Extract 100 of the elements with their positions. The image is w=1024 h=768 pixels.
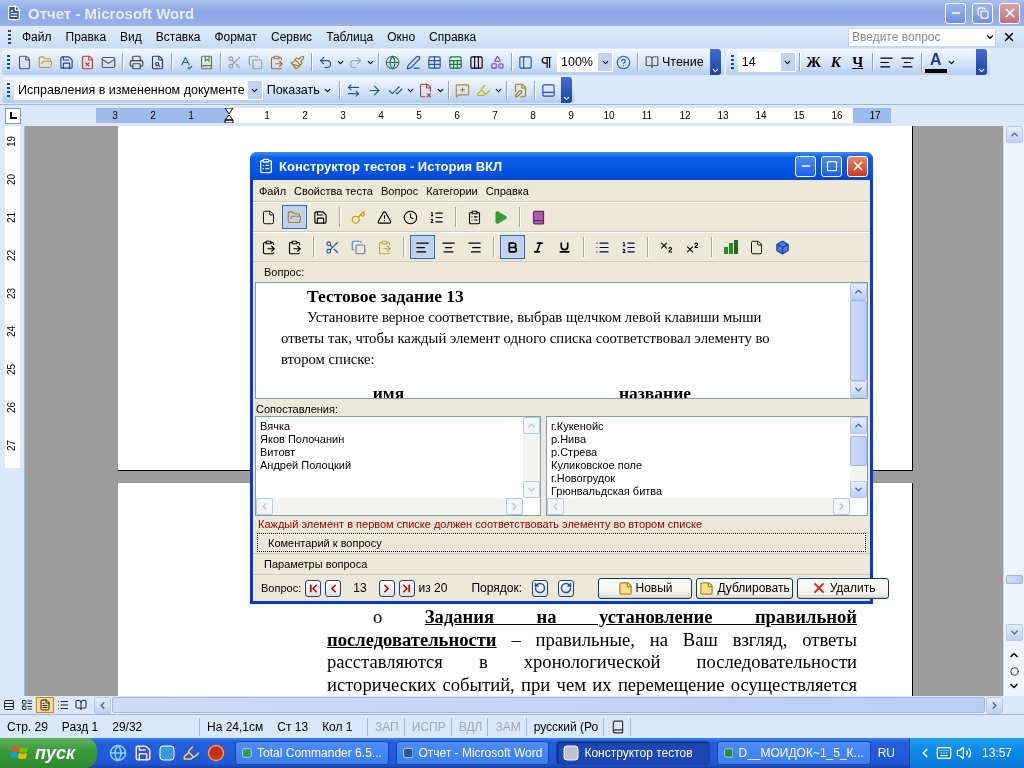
tab-selector[interactable] <box>5 107 21 124</box>
toolbar-options-icon[interactable] <box>976 66 986 75</box>
toolbar-options-icon[interactable] <box>561 94 571 103</box>
scroll-down-button[interactable] <box>850 481 867 498</box>
browse-object-icon[interactable] <box>1009 667 1019 676</box>
spreadsheet-icon[interactable] <box>448 54 463 70</box>
pencil-icon[interactable] <box>182 744 201 762</box>
undo-icon[interactable] <box>318 54 333 70</box>
action-button[interactable]: Новый <box>598 577 693 599</box>
menu-item[interactable]: Свойства теста <box>290 184 377 197</box>
indent-marker-icon[interactable] <box>224 108 234 123</box>
menu-item[interactable]: Файл <box>15 28 59 46</box>
table-icon[interactable] <box>427 54 442 70</box>
play-icon[interactable] <box>493 209 508 225</box>
help-book-icon[interactable] <box>531 209 546 225</box>
scroll-thumb[interactable] <box>850 436 867 466</box>
menu-item[interactable]: Вид <box>113 28 149 46</box>
scroll-up-button[interactable] <box>850 417 867 434</box>
language-indicator[interactable]: RU <box>877 746 895 760</box>
spelling-check-icon[interactable] <box>178 54 193 70</box>
previous-change-icon[interactable] <box>345 82 361 98</box>
blank-page-icon[interactable] <box>749 239 764 255</box>
previous-button[interactable] <box>325 579 342 597</box>
book-icon[interactable] <box>199 54 214 70</box>
menu-item[interactable]: Окно <box>380 28 423 46</box>
columns-icon[interactable] <box>469 54 484 70</box>
menu-item[interactable]: Справка <box>481 184 533 197</box>
scroll-down-button[interactable] <box>1005 624 1023 641</box>
view-mode-button[interactable] <box>72 697 90 713</box>
list-box[interactable]: Вячка Яков Полочанин Витовт Андрей Полоцкий <box>255 416 541 516</box>
last-button[interactable] <box>398 579 415 597</box>
document-map-icon[interactable] <box>518 54 533 70</box>
help-icon[interactable] <box>616 54 631 70</box>
menu-item[interactable]: Формат <box>207 28 265 46</box>
action-button[interactable]: Дублировать <box>696 577 794 599</box>
format-button[interactable]: Ж <box>802 51 825 73</box>
scroll-down-button[interactable] <box>850 381 867 398</box>
scroll-thumb[interactable] <box>850 300 867 381</box>
menu-item[interactable]: Справка <box>422 28 484 46</box>
toolbar-options-icon[interactable] <box>710 66 720 75</box>
parameters-section-header[interactable]: Параметры вопроса <box>253 553 870 575</box>
scroll-up-button[interactable] <box>850 283 867 300</box>
table-pencil-icon[interactable] <box>406 54 421 70</box>
scroll-thumb[interactable] <box>1005 575 1023 584</box>
keyboard-icon[interactable] <box>935 745 952 761</box>
taskbar-button[interactable]: D__МОИДОК~1_5_К... <box>717 741 871 765</box>
view-mode-button[interactable] <box>36 697 54 713</box>
comment-section-header[interactable]: Коментарий к вопросу <box>257 533 866 552</box>
bar-chart-icon[interactable] <box>722 239 739 255</box>
globe-icon[interactable] <box>385 54 400 70</box>
restore-button[interactable] <box>972 2 993 24</box>
scroll-right-button[interactable] <box>986 696 1003 714</box>
format-button[interactable]: Ч <box>846 51 869 73</box>
start-button[interactable]: пуск <box>0 738 98 768</box>
new-document-icon[interactable] <box>17 54 32 70</box>
close-button[interactable] <box>847 155 868 177</box>
list-item[interactable]: Куликовское поле <box>551 459 850 472</box>
numbered-list-icon[interactable] <box>429 209 444 225</box>
list-item[interactable]: Яков Полочанин <box>260 433 523 446</box>
first-button[interactable] <box>305 579 322 597</box>
move-down-button[interactable] <box>558 579 575 597</box>
markup-dropdown[interactable]: Исправления в измененном документе <box>14 80 263 100</box>
cube-icon[interactable] <box>775 239 790 255</box>
comment-icon[interactable] <box>454 82 470 98</box>
import-icon[interactable] <box>261 239 276 255</box>
menu-item[interactable]: Таблица <box>319 28 381 46</box>
envelope-icon[interactable] <box>101 54 116 70</box>
list-item[interactable]: Андрей Полоцкий <box>260 459 523 472</box>
menu-item[interactable]: Категории <box>422 184 482 197</box>
clock-icon[interactable] <box>403 209 418 225</box>
list-item[interactable]: г.Кукенойс <box>551 420 850 433</box>
superscript-icon[interactable] <box>685 239 700 255</box>
align-button[interactable] <box>410 235 435 259</box>
align-left-icon[interactable] <box>878 54 894 70</box>
help-search-field[interactable]: Введите вопрос <box>848 27 996 47</box>
bullet-list-icon[interactable] <box>595 239 610 255</box>
paste-icon[interactable] <box>269 54 284 70</box>
reading-button[interactable]: Чтение <box>641 51 708 73</box>
scroll-left-button[interactable] <box>94 696 111 714</box>
format-button[interactable]: К <box>824 51 847 73</box>
pilcrow-icon[interactable] <box>539 54 554 70</box>
next-change-icon[interactable] <box>366 82 382 98</box>
track-changes-icon[interactable] <box>512 82 528 98</box>
subscript-icon[interactable] <box>659 239 674 255</box>
show-button[interactable]: Показать <box>262 79 336 101</box>
list-item[interactable]: р.Нива <box>551 433 850 446</box>
checklist-icon[interactable] <box>467 209 482 225</box>
circle-icon[interactable] <box>207 744 226 762</box>
print-preview-icon[interactable] <box>150 54 165 70</box>
menu-item[interactable]: Сервис <box>264 28 320 46</box>
reviewing-pane-icon[interactable] <box>540 82 556 98</box>
maximize-button[interactable] <box>821 155 842 177</box>
new-document-icon[interactable] <box>261 209 276 225</box>
minimize-button[interactable] <box>945 2 966 24</box>
menu-item[interactable]: Вопрос <box>377 184 423 197</box>
shapes-icon[interactable] <box>490 54 505 70</box>
list-item[interactable]: Витовт <box>260 446 523 459</box>
save-icon[interactable] <box>313 209 328 225</box>
caret-icon[interactable] <box>985 32 995 42</box>
next-button[interactable] <box>378 579 395 597</box>
